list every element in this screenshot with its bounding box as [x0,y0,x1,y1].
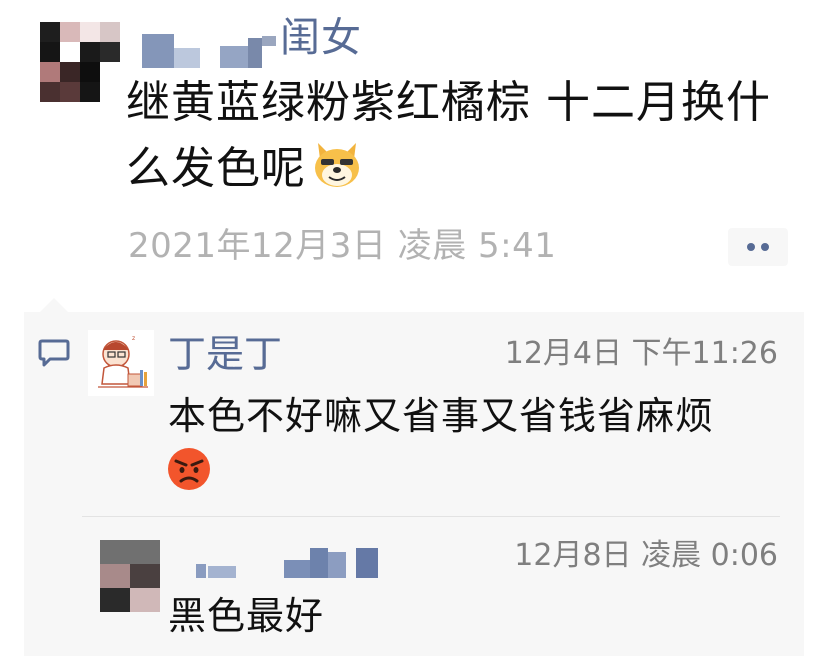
comment-bubble-icon [38,338,70,372]
comment-author-blurred[interactable] [196,548,386,582]
post-timestamp: 2021年12月3日 凌晨 5:41 [128,226,557,266]
avatar[interactable] [40,22,120,102]
more-dot-icon [747,243,755,251]
more-actions-button[interactable] [728,228,788,266]
comment-avatar[interactable] [100,540,160,612]
angry-face-icon [166,446,212,496]
post-text: 继黄蓝绿粉紫红橘棕 十二月换什么发色呢 [126,70,796,210]
comment-author[interactable]: 丁是丁 [168,330,282,378]
comment-avatar[interactable]: z [88,330,154,396]
moments-post: 闺女 继黄蓝绿粉紫红橘棕 十二月换什么发色呢 2021年12月3日 凌晨 5:4… [0,0,828,656]
svg-text:z: z [132,335,135,342]
comment-panel-caret [40,298,68,312]
post-author-name[interactable]: 闺女 [280,14,362,62]
comment-divider [82,516,780,517]
comment-text: 本色不好嘛又省事又省钱省麻烦 [168,388,788,444]
more-dot-icon [761,243,769,251]
doge-icon [310,137,364,210]
comment-text: 黑色最好 [168,594,325,638]
comment-time: 12月8日 凌晨 0:06 [514,538,778,573]
comment-text-content: 本色不好嘛又省事又省钱省麻烦 [168,394,715,438]
post-text-content: 继黄蓝绿粉紫红橘棕 十二月换什么发色呢 [126,77,771,194]
comment-time: 12月4日 下午11:26 [504,336,778,371]
